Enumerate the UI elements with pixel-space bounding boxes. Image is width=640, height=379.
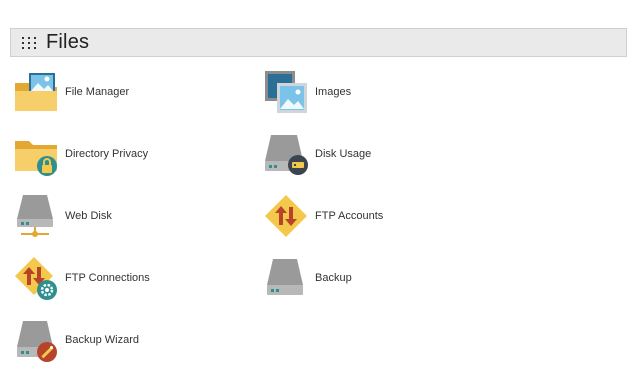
ftp-accounts-icon [262,191,309,241]
file-manager-link[interactable]: File Manager [12,67,129,117]
backup-icon [262,253,309,303]
ftp-accounts-link[interactable]: FTP Accounts [262,191,383,241]
backup-wizard-link[interactable]: Backup Wizard [12,315,139,365]
files-section-header[interactable]: Files [10,28,627,57]
section-title: Files [46,31,90,53]
images-link[interactable]: Images [262,67,351,117]
web-disk-icon [12,191,59,241]
folder-lock-icon [12,129,59,179]
disk-usage-icon [262,129,309,179]
folder-image-icon [12,67,59,117]
item-label: FTP Connections [65,272,150,284]
backup-link[interactable]: Backup [262,253,352,303]
directory-privacy-link[interactable]: Directory Privacy [12,129,148,179]
ftp-connections-icon [12,253,59,303]
item-label: FTP Accounts [315,210,384,222]
item-label: Backup [315,272,352,284]
disk-usage-link[interactable]: Disk Usage [262,129,371,179]
item-label: Backup Wizard [65,334,139,346]
backup-wizard-icon [12,315,59,365]
item-label: Web Disk [65,210,112,222]
ftp-connections-link[interactable]: FTP Connections [12,253,150,303]
item-label: Images [315,86,352,98]
images-icon [262,67,309,117]
drag-handle-icon[interactable] [22,36,36,49]
item-label: Disk Usage [315,148,372,160]
item-label: File Manager [65,86,130,98]
web-disk-link[interactable]: Web Disk [12,191,112,241]
item-label: Directory Privacy [65,148,149,160]
